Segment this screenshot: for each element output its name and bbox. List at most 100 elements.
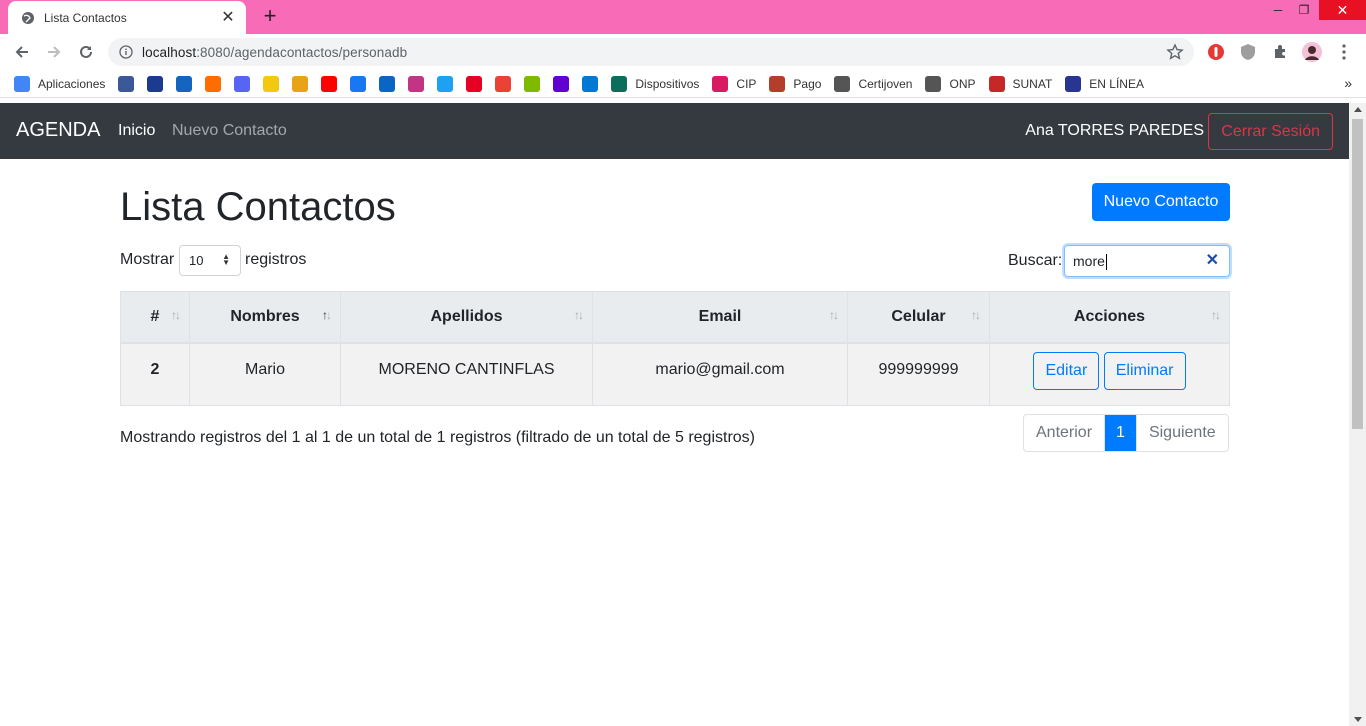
cell-email: mario@gmail.com — [592, 342, 848, 406]
bookmark-label: EN LÍNEA — [1089, 76, 1144, 91]
bookmark-item[interactable]: ONP — [925, 75, 976, 92]
scroll-down-arrow-icon[interactable] — [1354, 717, 1362, 722]
column-header-nombres[interactable]: Nombres ↑↓ — [189, 291, 341, 344]
top-navbar: AGENDA Inicio Nuevo Contacto Ana TORRES … — [0, 103, 1349, 159]
bookmark-item[interactable] — [292, 75, 309, 92]
cell-acciones: Editar Eliminar — [989, 342, 1230, 406]
bookmark-favicon-icon — [925, 75, 942, 92]
brand-link[interactable]: AGENDA — [16, 119, 100, 142]
header-label: # — [150, 307, 160, 325]
tab-title: Lista Contactos — [44, 10, 127, 25]
bookmark-item[interactable] — [350, 75, 367, 92]
nav-link-nuevo-contacto[interactable]: Nuevo Contacto — [172, 122, 287, 140]
bookmark-item[interactable] — [263, 75, 280, 92]
bookmark-item[interactable]: SUNAT — [988, 75, 1053, 92]
bookmark-item[interactable] — [176, 75, 193, 92]
header-label: Email — [698, 307, 742, 325]
search-label: Buscar: — [1008, 252, 1063, 269]
bookmark-item[interactable]: Aplicaciones — [14, 75, 106, 92]
shield-extension-icon[interactable] — [1238, 42, 1258, 62]
new-contact-button[interactable]: Nuevo Contacto — [1092, 183, 1230, 221]
back-icon[interactable] — [12, 42, 32, 62]
edit-button[interactable]: Editar — [1033, 351, 1100, 390]
bookmark-item[interactable]: CIP — [712, 75, 757, 92]
bookmarks-overflow-icon[interactable]: » — [1344, 75, 1352, 91]
column-header-celular[interactable]: Celular ↑↓ — [847, 291, 990, 344]
window-close-icon[interactable]: ✕ — [1319, 0, 1366, 20]
pagination-prev[interactable]: Anterior — [1024, 415, 1106, 451]
bookmark-favicon-icon — [466, 75, 483, 92]
bookmark-favicon-icon — [1065, 75, 1082, 92]
forward-icon[interactable] — [44, 42, 64, 62]
bookmark-favicon-icon — [408, 75, 425, 92]
table-info: Mostrando registros del 1 al 1 de un tot… — [120, 429, 756, 446]
bookmark-item[interactable] — [321, 75, 338, 92]
bookmark-favicon-icon — [437, 75, 454, 92]
logout-button[interactable]: Cerrar Sesión — [1208, 113, 1333, 150]
bookmark-item[interactable] — [553, 75, 570, 92]
bookmark-star-icon[interactable] — [1166, 43, 1184, 61]
bookmark-item[interactable] — [466, 75, 483, 92]
search-input[interactable]: more ✕ — [1064, 245, 1230, 277]
restore-icon[interactable]: ❐ — [1292, 0, 1316, 20]
scrollbar-thumb[interactable] — [1352, 119, 1363, 429]
bookmark-item[interactable]: Pago — [769, 75, 822, 92]
cell-nombres: Mario — [189, 342, 341, 406]
browser-tab[interactable]: Lista Contactos ✕ — [8, 1, 246, 34]
bookmark-item[interactable]: Certijoven — [834, 75, 913, 92]
page-content: AGENDA Inicio Nuevo Contacto Ana TORRES … — [0, 103, 1349, 726]
bookmark-favicon-icon — [712, 75, 729, 92]
adblock-extension-icon[interactable] — [1206, 42, 1226, 62]
profile-avatar[interactable] — [1302, 42, 1322, 62]
scroll-up-arrow-icon[interactable] — [1354, 107, 1362, 112]
length-label-prefix: Mostrar — [120, 251, 175, 268]
bookmark-favicon-icon — [834, 75, 851, 92]
bookmark-favicon-icon — [524, 75, 541, 92]
minimize-icon[interactable]: ─ — [1266, 0, 1290, 20]
new-tab-button[interactable]: + — [260, 5, 280, 27]
bookmark-item[interactable] — [379, 75, 396, 92]
column-header-email[interactable]: Email ↑↓ — [592, 291, 848, 344]
nav-link-inicio[interactable]: Inicio — [118, 122, 155, 140]
bookmark-favicon-icon — [988, 75, 1005, 92]
bookmark-item[interactable]: Dispositivos — [611, 75, 699, 92]
pagination-next[interactable]: Siguiente — [1137, 415, 1228, 451]
text-cursor — [1105, 254, 1107, 271]
bookmark-label: Pago — [793, 76, 822, 91]
browser-toolbar: localhost:8080/agendacontactos/personadb — [0, 34, 1366, 70]
header-label: Acciones — [1073, 307, 1146, 325]
column-header-acciones[interactable]: Acciones ↑↓ — [989, 291, 1230, 344]
bookmark-favicon-icon — [234, 75, 251, 92]
bookmark-item[interactable] — [582, 75, 599, 92]
page-scrollbar[interactable] — [1349, 103, 1366, 726]
search-value: more — [1073, 253, 1105, 269]
bookmark-label: CIP — [736, 76, 757, 91]
bookmark-item[interactable] — [437, 75, 454, 92]
reload-icon[interactable] — [76, 42, 96, 62]
bookmark-label: SUNAT — [1012, 76, 1053, 91]
bookmark-item[interactable] — [118, 75, 135, 92]
bookmark-label: Aplicaciones — [38, 76, 106, 91]
menu-dots-icon[interactable] — [1334, 42, 1354, 62]
delete-button[interactable]: Eliminar — [1103, 351, 1186, 390]
pagination-page-1[interactable]: 1 — [1105, 415, 1137, 451]
bookmark-label: Certijoven — [858, 76, 913, 91]
column-header-apellidos[interactable]: Apellidos ↑↓ — [340, 291, 593, 344]
sort-icon: ↑↓ — [971, 308, 981, 322]
page-length-select[interactable]: 10 ▲ ▼ — [179, 245, 241, 276]
bookmark-item[interactable] — [408, 75, 425, 92]
bookmark-item[interactable] — [234, 75, 251, 92]
site-info-icon[interactable] — [118, 44, 134, 60]
bookmark-item[interactable] — [147, 75, 164, 92]
bookmark-favicon-icon — [176, 75, 193, 92]
sort-icon: ↑↓ — [574, 308, 584, 322]
clear-search-icon[interactable]: ✕ — [1206, 246, 1219, 276]
close-tab-icon[interactable]: ✕ — [220, 9, 236, 26]
bookmark-item[interactable] — [205, 75, 222, 92]
bookmark-item[interactable]: EN LÍNEA — [1065, 75, 1144, 92]
address-bar[interactable]: localhost:8080/agendacontactos/personadb — [108, 38, 1194, 66]
column-header-id[interactable]: # ↑↓ — [120, 291, 190, 344]
bookmark-item[interactable] — [495, 75, 512, 92]
extensions-puzzle-icon[interactable] — [1270, 42, 1290, 62]
bookmark-item[interactable] — [524, 75, 541, 92]
